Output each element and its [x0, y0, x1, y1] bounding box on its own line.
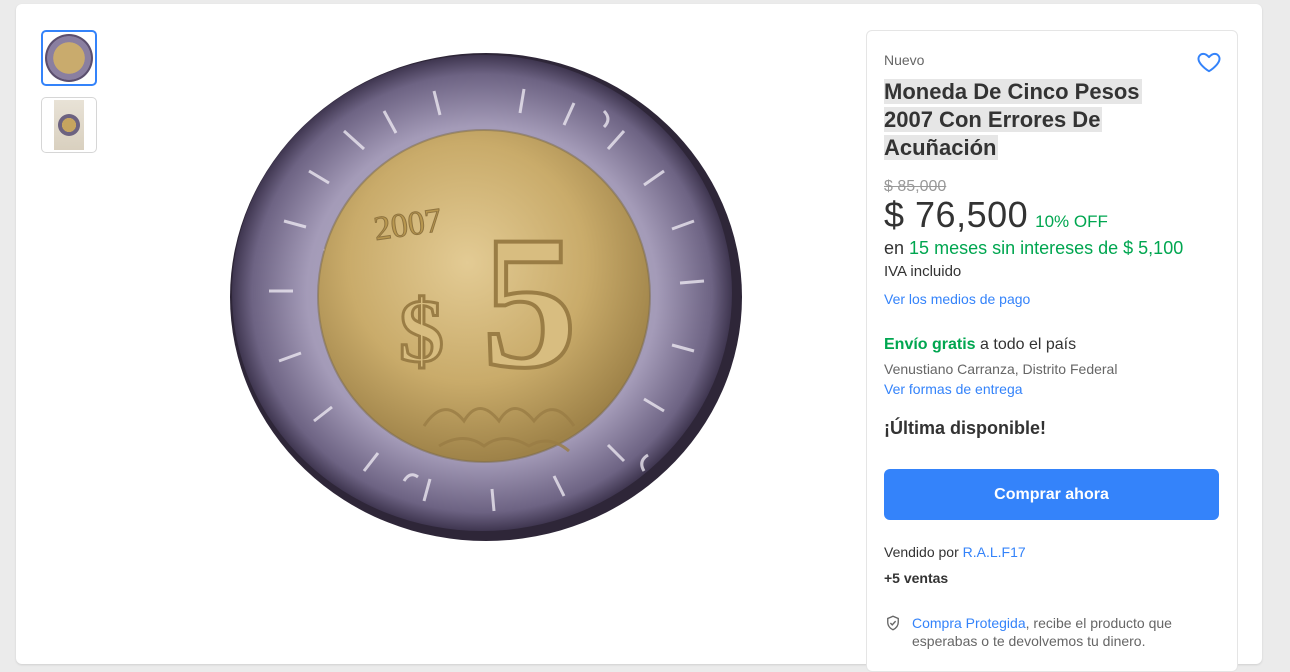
coin-currency-symbol: $ [399, 282, 444, 381]
protected-purchase-link[interactable]: Compra Protegida [912, 615, 1026, 631]
thumbnail-coin-photo[interactable] [41, 97, 97, 153]
product-title: Moneda De Cinco Pesos 2007 Con Errores D… [884, 79, 1142, 160]
buy-box: Nuevo Moneda De Cinco Pesos 2007 Con Err… [866, 30, 1238, 672]
shipping-info: Envío gratis a todo el país [884, 336, 1076, 354]
tax-note: IVA incluido [884, 263, 962, 280]
price-row: $ 76,500 10% OFF [884, 194, 1108, 236]
buy-now-button[interactable]: Comprar ahora [884, 469, 1219, 520]
installments-detail: 15 meses sin intereses de $ 5,100 [909, 238, 1184, 258]
stock-status: ¡Última disponible! [884, 418, 1046, 438]
delivery-options-link[interactable]: Ver formas de entrega [884, 381, 1023, 397]
shipping-scope: a todo el país [980, 336, 1077, 353]
main-product-image[interactable]: 2007 5 $ [224, 51, 744, 546]
free-shipping-label: Envío gratis [884, 336, 976, 353]
purchase-protection: Compra Protegida, recibe el producto que… [884, 614, 1204, 650]
installments-info: en 15 meses sin intereses de $ 5,100 [884, 238, 1184, 258]
coin-photo-thumbnail-image [54, 100, 84, 150]
coin-thumbnail-image [45, 34, 93, 82]
payment-methods-link[interactable]: Ver los medios de pago [884, 291, 1030, 307]
heart-outline-icon[interactable] [1196, 49, 1222, 75]
product-card: 2007 5 $ Nuevo Moneda De Cinco Pesos 200… [16, 4, 1262, 672]
coin-denomination-text: 5 [482, 198, 577, 408]
discount-badge: 10% OFF [1035, 212, 1108, 231]
thumbnail-coin-front[interactable] [41, 30, 97, 86]
seller-sales: +5 ventas [884, 570, 949, 586]
current-price: $ 76,500 [884, 194, 1029, 235]
seller-location: Venustiano Carranza, Distrito Federal [884, 361, 1118, 377]
item-condition: Nuevo [884, 52, 925, 68]
seller-name-link[interactable]: R.A.L.F17 [963, 544, 1026, 560]
shield-check-icon [887, 615, 899, 631]
seller-info: Vendido por R.A.L.F17 [884, 544, 1026, 560]
